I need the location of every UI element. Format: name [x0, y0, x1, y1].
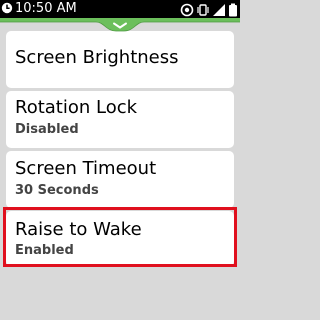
status-icons — [180, 1, 238, 17]
setting-title: Raise to Wake — [15, 219, 142, 240]
setting-title: Screen Timeout — [15, 158, 157, 179]
status-time: 10:50 AM — [15, 1, 77, 16]
setting-value: Disabled — [15, 122, 79, 137]
pull-down-handle[interactable] — [0, 18, 240, 34]
clock-icon — [1, 2, 13, 14]
setting-value: 30 Seconds — [15, 183, 99, 198]
settings-panel: Screen Brightness Rotation Lock Disabled… — [0, 18, 240, 320]
setting-title: Screen Brightness — [15, 47, 179, 68]
battery-icon — [228, 2, 238, 17]
status-bar: 10:50 AM — [0, 0, 240, 18]
signal-icon — [212, 2, 226, 16]
setting-raise-to-wake[interactable]: Raise to Wake Enabled — [6, 211, 234, 266]
setting-title: Rotation Lock — [15, 97, 138, 118]
settings-icon — [180, 2, 194, 17]
setting-rotation-lock[interactable]: Rotation Lock Disabled — [6, 91, 234, 148]
setting-value: Enabled — [15, 243, 74, 258]
setting-screen-brightness[interactable]: Screen Brightness — [6, 31, 234, 88]
vibrate-icon — [196, 2, 210, 16]
setting-screen-timeout[interactable]: Screen Timeout 30 Seconds — [6, 151, 234, 208]
